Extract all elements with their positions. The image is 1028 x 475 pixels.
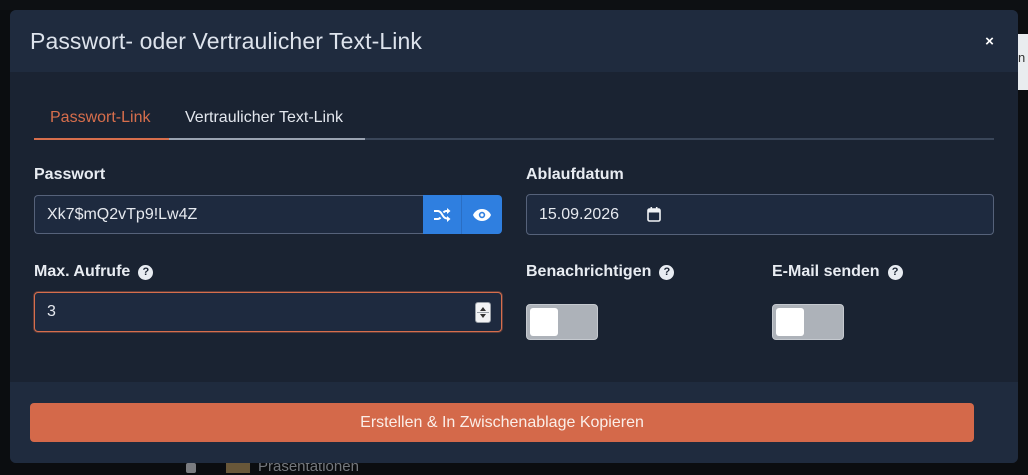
toggle-password-visibility-button[interactable]	[462, 195, 502, 234]
modal-header: Passwort- oder Vertraulicher Text-Link ×	[10, 10, 1018, 72]
password-link-modal: Passwort- oder Vertraulicher Text-Link ×…	[10, 10, 1018, 463]
eye-icon	[473, 208, 491, 221]
tab-bar: Passwort-Link Vertraulicher Text-Link	[34, 104, 994, 140]
max-views-label-text: Max. Aufrufe	[34, 263, 131, 280]
toggle-knob	[530, 308, 558, 336]
tab-confidential-text-link[interactable]: Vertraulicher Text-Link	[169, 104, 365, 140]
max-views-value: 3	[47, 303, 56, 320]
quantity-stepper[interactable]	[475, 302, 491, 323]
shuffle-icon	[434, 207, 451, 222]
notify-label-text: Benachrichtigen	[526, 263, 652, 280]
question-circle-icon[interactable]: ?	[659, 264, 675, 280]
tab-password-link[interactable]: Passwort-Link	[34, 104, 169, 140]
send-email-label-text: E-Mail senden	[772, 263, 880, 280]
notify-label: Benachrichtigen ?	[526, 263, 675, 281]
expiry-label-text: Ablaufdatum	[526, 166, 624, 183]
question-circle-icon[interactable]: ?	[887, 264, 903, 280]
background-top-bar	[0, 0, 1028, 10]
send-email-label: E-Mail senden ?	[772, 263, 903, 281]
stepper-down-icon[interactable]	[480, 314, 486, 318]
expiry-date-input[interactable]: 15.09.2026	[526, 194, 994, 235]
close-icon[interactable]: ×	[981, 33, 998, 50]
password-label-text: Passwort	[34, 166, 106, 183]
expiry-value: 15.09.2026	[539, 205, 620, 223]
generate-password-button[interactable]	[423, 195, 462, 234]
modal-footer: Erstellen & In Zwischenablage Kopieren	[10, 382, 1018, 463]
background-checkbox	[186, 463, 196, 473]
send-email-toggle[interactable]	[772, 304, 844, 340]
calendar-icon[interactable]	[647, 207, 661, 222]
password-label: Passwort	[34, 166, 105, 184]
create-and-copy-button[interactable]: Erstellen & In Zwischenablage Kopieren	[30, 403, 974, 442]
question-circle-icon[interactable]: ?	[138, 264, 154, 280]
notify-toggle[interactable]	[526, 304, 598, 340]
expiry-label: Ablaufdatum	[526, 166, 624, 184]
modal-title: Passwort- oder Vertraulicher Text-Link	[30, 27, 422, 54]
toggle-knob	[776, 308, 804, 336]
password-value: Xk7$mQ2vTp9!Lw4Z	[47, 205, 198, 223]
max-views-label: Max. Aufrufe ?	[34, 263, 154, 281]
background-edge-text: n	[1018, 50, 1026, 65]
password-input[interactable]: Xk7$mQ2vTp9!Lw4Z	[34, 195, 424, 234]
stepper-up-icon[interactable]	[480, 307, 486, 311]
max-views-input[interactable]: 3	[34, 292, 502, 332]
